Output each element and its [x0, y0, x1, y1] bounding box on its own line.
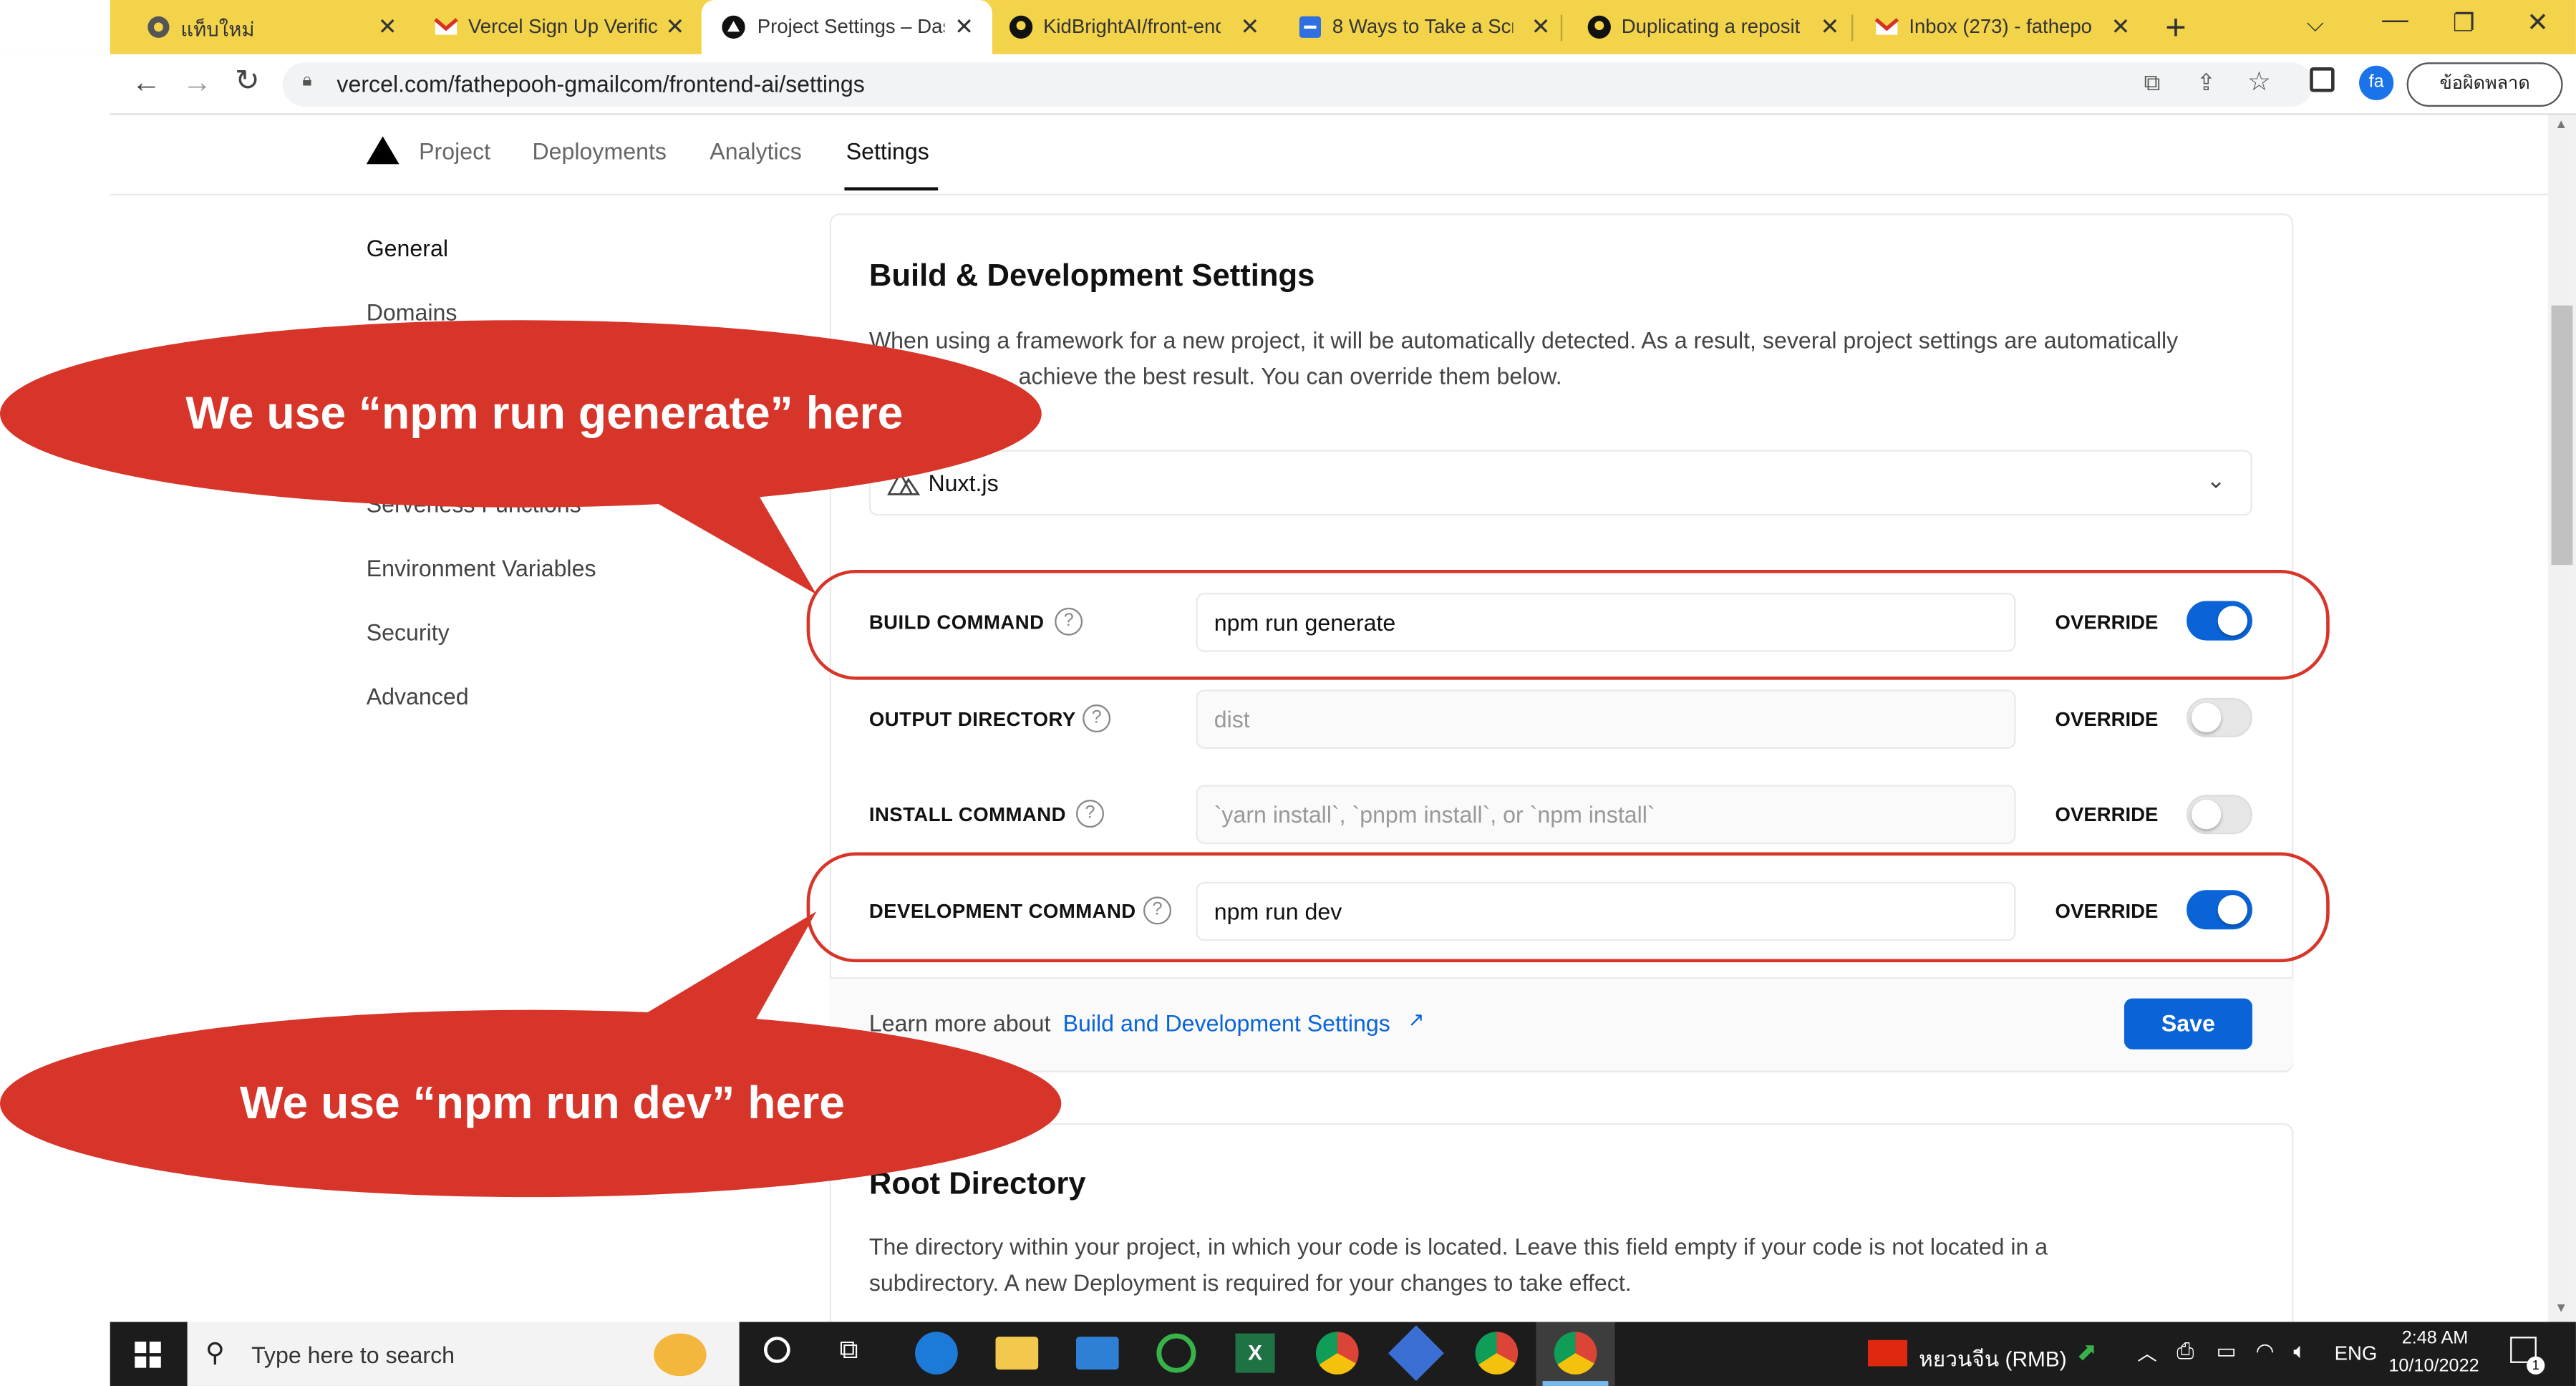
- search-icon: ⚲: [205, 1339, 225, 1368]
- task-view-icon[interactable]: ⧉: [840, 1337, 858, 1366]
- clock-date[interactable]: 10/10/2022: [2388, 1357, 2479, 1377]
- china-flag-icon: [1867, 1339, 1908, 1367]
- stock-trend-icon[interactable]: ⬈: [2076, 1337, 2097, 1366]
- app-loading-icon[interactable]: [1156, 1333, 1196, 1373]
- battery-icon[interactable]: ▭: [2216, 1338, 2236, 1365]
- taskbar-search-placeholder[interactable]: Type here to search: [251, 1342, 455, 1368]
- active-indicator: [1542, 1381, 1609, 1386]
- file-explorer-icon[interactable]: [995, 1337, 1039, 1370]
- tray-expand-icon[interactable]: ︿: [2137, 1338, 2157, 1366]
- callout-text-top: We use “npm run generate” here: [185, 387, 904, 439]
- callout-text-bottom: We use “npm run dev” here: [240, 1077, 845, 1128]
- scroll-up-arrow-icon[interactable]: ▲: [2555, 117, 2567, 132]
- excel-icon[interactable]: X: [1235, 1333, 1275, 1373]
- highlight-build-command: [806, 569, 2330, 680]
- volume-icon[interactable]: 🔈︎: [2293, 1338, 2306, 1365]
- highlight-dev-command: [806, 852, 2330, 963]
- notification-badge: 1: [2527, 1356, 2545, 1375]
- clock-time[interactable]: 2:48 AM: [2402, 1329, 2469, 1349]
- chrome-active-icon[interactable]: [1554, 1332, 1597, 1375]
- edge-icon[interactable]: [915, 1332, 958, 1375]
- windows-start-icon[interactable]: [135, 1342, 161, 1368]
- callout-overlay: [0, 320, 1062, 1198]
- scroll-down-arrow-icon[interactable]: ▼: [2555, 1301, 2567, 1316]
- search-highlight-icon[interactable]: [654, 1333, 707, 1377]
- mail-icon[interactable]: [1075, 1337, 1119, 1370]
- language-indicator[interactable]: ENG: [2335, 1342, 2378, 1365]
- page-scrollbar[interactable]: [2547, 115, 2576, 1322]
- chrome-taskbar-icon[interactable]: [1315, 1332, 1359, 1375]
- device-icon[interactable]: ⎙: [2176, 1338, 2194, 1365]
- currency-widget[interactable]: หยวนจีน (RMB): [1919, 1342, 2067, 1376]
- scrollbar-thumb[interactable]: [2551, 305, 2573, 566]
- chrome-profile-icon[interactable]: [1475, 1332, 1519, 1375]
- wifi-icon[interactable]: ◠: [2255, 1338, 2274, 1365]
- cortana-icon[interactable]: [763, 1337, 790, 1363]
